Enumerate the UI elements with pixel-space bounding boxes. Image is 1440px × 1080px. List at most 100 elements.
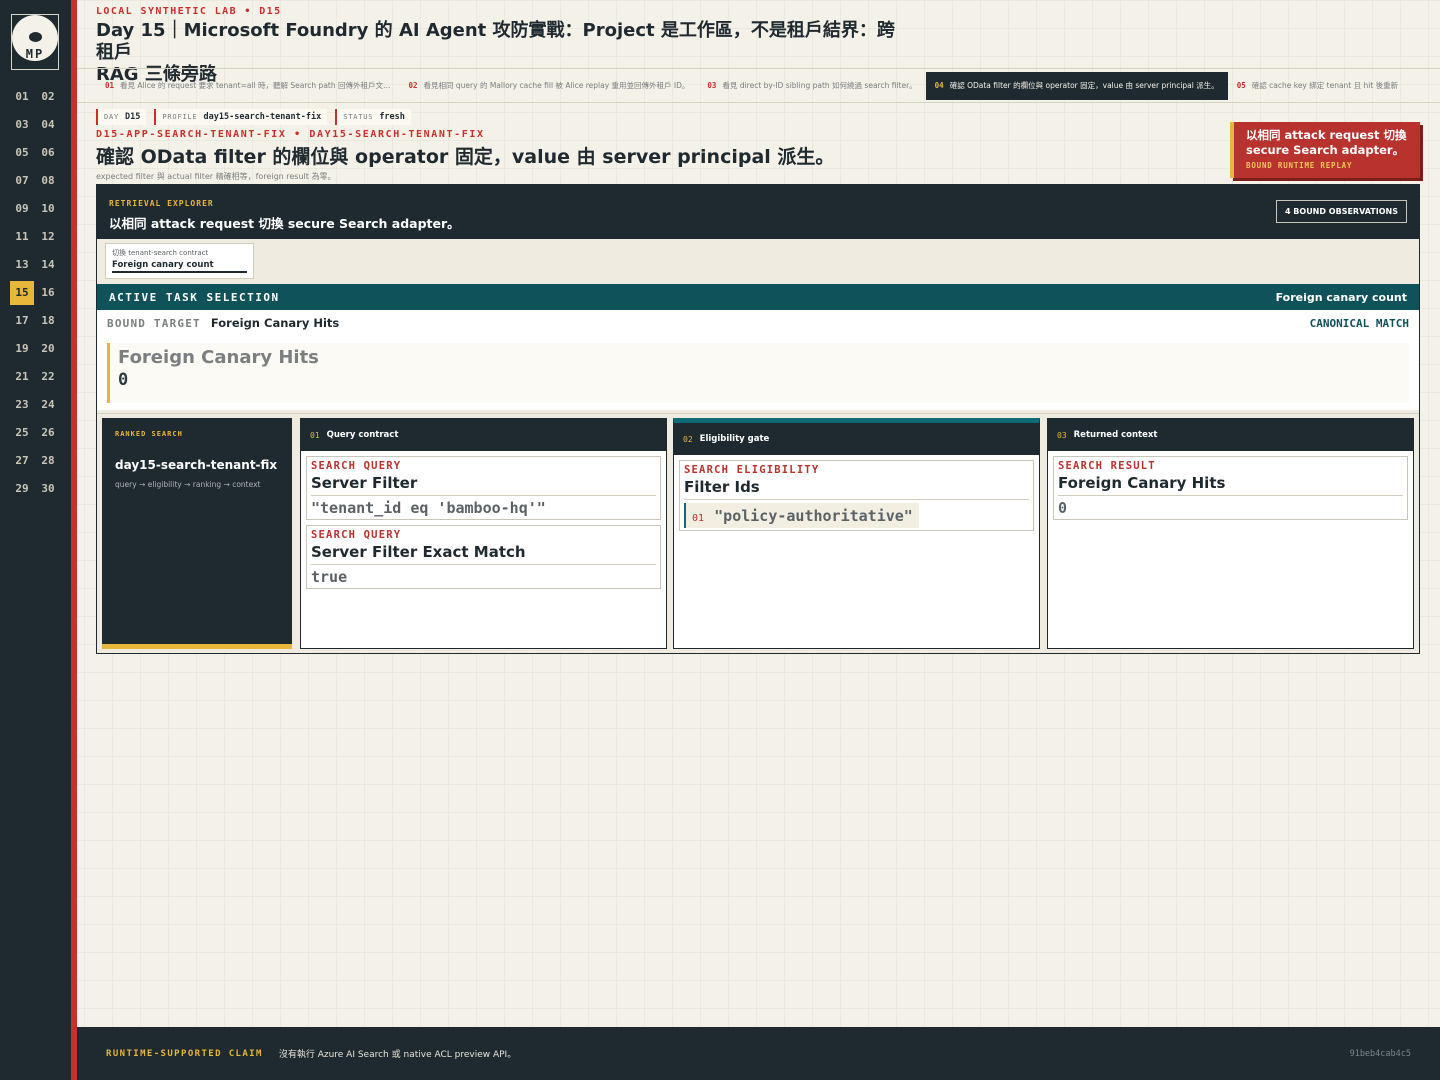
- tab-05[interactable]: 05 確認 cache key 綁定 tenant 且 hit 後重新: [1228, 72, 1407, 100]
- field-category: SEARCH RESULT: [1058, 460, 1156, 472]
- day-link-29[interactable]: 29: [10, 477, 34, 501]
- section-title: 確認 OData filter 的欄位與 operator 固定，value 由…: [96, 146, 835, 168]
- day-link-30[interactable]: 30: [36, 477, 60, 501]
- field-name: Filter Ids: [684, 478, 1029, 500]
- filter-id-number: 01: [692, 513, 705, 524]
- field-value: 0: [1058, 499, 1068, 517]
- day-link-20[interactable]: 20: [36, 337, 60, 361]
- day-link-08[interactable]: 08: [36, 169, 60, 193]
- tab-label: 確認 OData filter 的欄位與 operator 固定，value 由…: [949, 81, 1219, 90]
- stage-returned-context: 03 Returned context SEARCH RESULT Foreig…: [1047, 418, 1414, 649]
- context-field-foreign-hits: SEARCH RESULT Foreign Canary Hits 0: [1053, 456, 1408, 520]
- tab-04[interactable]: 04 確認 OData filter 的欄位與 operator 固定，value…: [925, 72, 1228, 100]
- bound-observations-button[interactable]: 4 BOUND OBSERVATIONS: [1275, 200, 1407, 223]
- field-value: "tenant_id eq 'bamboo-hq'": [311, 499, 546, 517]
- filter-id-value: "policy-authoritative": [714, 507, 913, 525]
- field-name: Server Filter: [311, 474, 656, 496]
- replay-subtitle: BOUND RUNTIME REPLAY: [1246, 161, 1353, 170]
- avatar[interactable]: MP: [11, 14, 59, 70]
- stage-header: 01 Query contract: [301, 419, 666, 451]
- avatar-initials: MP: [25, 47, 45, 61]
- explorer-label: RETRIEVAL EXPLORER: [109, 199, 214, 208]
- bound-target-line: BOUND TARGET Foreign Canary Hits CANONIC…: [107, 310, 1409, 336]
- day-link-16[interactable]: 16: [36, 281, 60, 305]
- day-link-18[interactable]: 18: [36, 309, 60, 333]
- query-field-exact-match: SEARCH QUERY Server Filter Exact Match t…: [306, 525, 661, 589]
- section-heading: D15-APP-SEARCH-TENANT-FIX • DAY15-SEARCH…: [96, 129, 1196, 182]
- canonical-match-badge: CANONICAL MATCH: [1309, 316, 1409, 330]
- meta-chip-value: D15: [125, 112, 141, 122]
- day-link-28[interactable]: 28: [36, 449, 60, 473]
- day-link-19[interactable]: 19: [10, 337, 34, 361]
- stage-title: Returned context: [1073, 430, 1158, 440]
- day-link-15[interactable]: 15: [10, 281, 34, 305]
- active-task-label: ACTIVE TASK SELECTION: [109, 290, 280, 304]
- meta-chip-status: STATUS fresh: [335, 109, 411, 125]
- day-link-04[interactable]: 04: [36, 113, 60, 137]
- explorer-title: 以相同 attack request 切換 secure Search adap…: [109, 216, 460, 231]
- contract-select[interactable]: 切換 tenant-search contract Foreign canary…: [105, 243, 254, 279]
- contract-select-label: 切換 tenant-search contract: [112, 249, 209, 257]
- day-link-23[interactable]: 23: [10, 393, 34, 417]
- tabs-divider: [77, 102, 1440, 103]
- stage-query-contract: 01 Query contract SEARCH QUERY Server Fi…: [300, 418, 667, 649]
- meta-chip-day: DAY D15: [96, 109, 147, 125]
- day-link-13[interactable]: 13: [10, 253, 34, 277]
- bound-target-panel: BOUND TARGET Foreign Canary Hits CANONIC…: [97, 310, 1419, 410]
- tab-number: 01: [105, 81, 115, 90]
- meta-chips: DAY D15 PROFILE day15-search-tenant-fix …: [96, 109, 411, 125]
- day-link-11[interactable]: 11: [10, 225, 34, 249]
- day-link-07[interactable]: 07: [10, 169, 34, 193]
- footer-claim-label: RUNTIME-SUPPORTED CLAIM: [106, 1048, 263, 1059]
- day-link-24[interactable]: 24: [36, 393, 60, 417]
- day-link-01[interactable]: 01: [10, 85, 34, 109]
- day-link-09[interactable]: 09: [10, 197, 34, 221]
- stage-number: 03: [1057, 430, 1067, 440]
- day-link-06[interactable]: 06: [36, 141, 60, 165]
- day-link-10[interactable]: 10: [36, 197, 60, 221]
- stage-title: Query contract: [326, 430, 399, 440]
- tab-label: 看見相同 query 的 Mallory cache fill 被 Alice …: [423, 81, 690, 90]
- day-navigation: 01 02 03 04 05 06 07 08 09 10 11 12 13 14 15 16 17 18 19 20…: [10, 85, 64, 505]
- tab-03[interactable]: 03 看見 direct by-ID sibling path 如何繞過 sear…: [698, 72, 925, 100]
- meta-chip-key: PROFILE: [162, 113, 198, 121]
- page-title-line-1: Day 15｜Microsoft Foundry 的 AI Agent 攻防實戰…: [96, 20, 895, 63]
- task-tabs: 01 看見 Alice 的 request 要求 tenant=all 時，聽解 …: [96, 72, 1440, 100]
- contract-select-value: Foreign canary count: [112, 260, 247, 273]
- stage-eligibility-gate: 02 Eligibility gate SEARCH ELIGIBILITY F…: [673, 418, 1040, 649]
- avatar-circle: MP: [12, 15, 58, 61]
- field-name: Server Filter Exact Match: [311, 543, 656, 565]
- day-link-17[interactable]: 17: [10, 309, 34, 333]
- rail-accent-stripe: [71, 0, 77, 1080]
- day-link-12[interactable]: 12: [36, 225, 60, 249]
- day-link-02[interactable]: 02: [36, 85, 60, 109]
- tab-02[interactable]: 02 看見相同 query 的 Mallory cache fill 被 Alic…: [400, 72, 699, 100]
- explorer-header: RETRIEVAL EXPLORER 以相同 attack request 切換…: [97, 185, 1419, 239]
- stage-header: 02 Eligibility gate: [674, 423, 1039, 455]
- day-link-22[interactable]: 22: [36, 365, 60, 389]
- avatar-dot: [29, 32, 42, 42]
- left-rail: MP 01 02 03 04 05 06 07 08 09 10 11 12 13 14 15 16 17 18 1…: [0, 0, 71, 1080]
- replay-button[interactable]: 以相同 attack request 切換 secure Search adap…: [1230, 122, 1420, 178]
- stage-number: 01: [310, 430, 320, 440]
- day-link-03[interactable]: 03: [10, 113, 34, 137]
- section-eyebrow: D15-APP-SEARCH-TENANT-FIX • DAY15-SEARCH…: [96, 129, 485, 140]
- retrieval-explorer: RETRIEVAL EXPLORER 以相同 attack request 切換…: [96, 184, 1420, 654]
- day-link-26[interactable]: 26: [36, 421, 60, 445]
- tab-01[interactable]: 01 看見 Alice 的 request 要求 tenant=all 時，聽解 …: [96, 72, 400, 100]
- field-category: SEARCH ELIGIBILITY: [684, 464, 820, 476]
- day-link-27[interactable]: 27: [10, 449, 34, 473]
- footer-claim-text: 沒有執行 Azure AI Search 或 native ACL previe…: [278, 1050, 517, 1060]
- lab-eyebrow: LOCAL SYNTHETIC LAB • D15: [96, 6, 282, 17]
- day-link-21[interactable]: 21: [10, 365, 34, 389]
- bound-target-value: Foreign Canary Hits: [210, 316, 340, 330]
- footer-commit-hash: 91beb4cab4c5: [1349, 1048, 1411, 1059]
- day-link-14[interactable]: 14: [36, 253, 60, 277]
- tab-number: 02: [408, 81, 418, 90]
- section-caption: expected filter 與 actual filter 精確相等，for…: [96, 172, 336, 181]
- header-divider: [77, 68, 1440, 69]
- ranked-search-name: day15-search-tenant-fix: [115, 458, 278, 472]
- day-link-05[interactable]: 05: [10, 141, 34, 165]
- day-link-25[interactable]: 25: [10, 421, 34, 445]
- eligibility-field-filter-ids: SEARCH ELIGIBILITY Filter Ids 01 "policy…: [679, 460, 1034, 531]
